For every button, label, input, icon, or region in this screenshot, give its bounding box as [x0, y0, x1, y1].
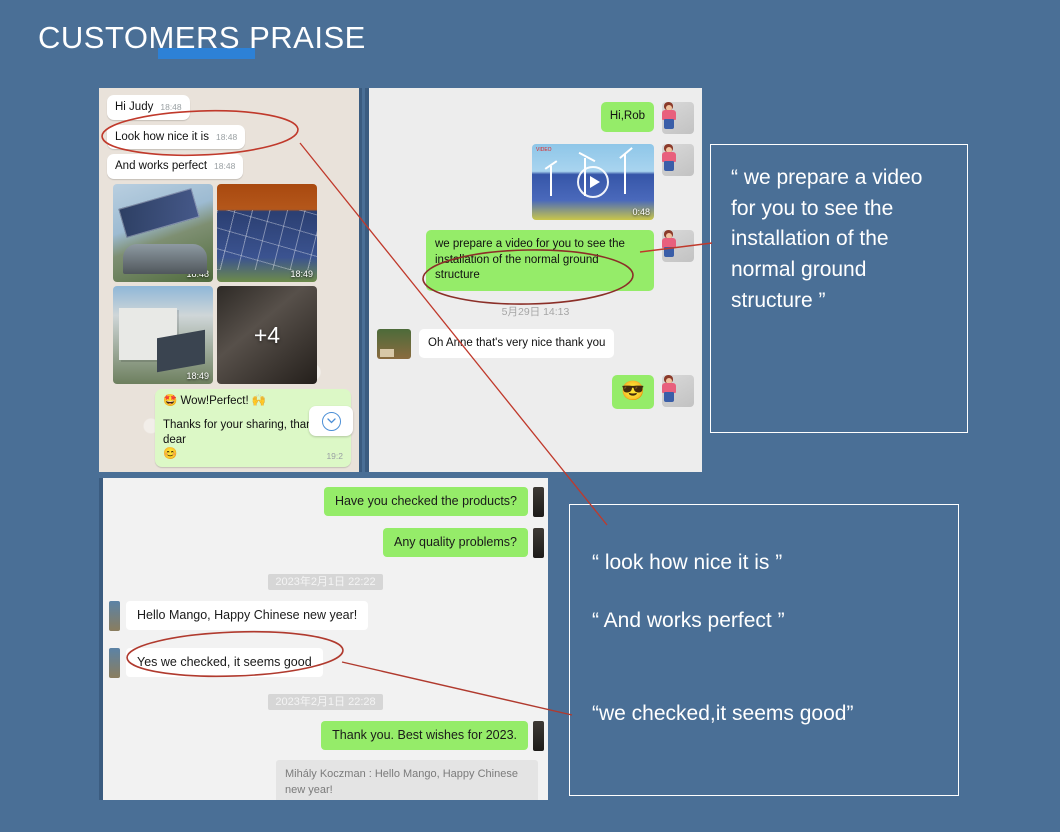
outgoing-bubble[interactable]: Hi,Rob: [600, 102, 655, 132]
wow-emoji: 🤩: [163, 395, 178, 408]
message-text: Look how nice it is: [115, 130, 209, 143]
more-photos-thumbnail[interactable]: +4: [217, 286, 317, 385]
avatar: [662, 102, 694, 134]
outgoing-bubble[interactable]: we prepare a video for you to see the in…: [426, 230, 654, 291]
wechat-chat-panel-bottom[interactable]: Have you checked the products? Any quali…: [99, 478, 548, 800]
photo-thumbnail[interactable]: 18:49: [113, 286, 213, 385]
praise-emoji: 🙌: [251, 395, 267, 408]
message-timestamp: 19:2: [326, 451, 343, 462]
video-watermark: VIDEO: [536, 147, 552, 153]
avatar: [109, 601, 120, 631]
quote-line-3: “we checked,it seems good”: [592, 702, 854, 725]
date-separator: 2023年2月1日 22:28: [103, 692, 548, 710]
chat-message-row[interactable]: Hi,Rob: [369, 102, 702, 134]
message-timestamp: 18:48: [215, 131, 238, 142]
slide-canvas: CUSTOMERS PRAISE Hi Judy 18:48 Look how n…: [0, 0, 1060, 832]
sunglasses-emoji: 😎: [621, 380, 645, 402]
smile-emoji: 😊: [163, 448, 178, 461]
chat-message-row[interactable]: we prepare a video for you to see the in…: [369, 230, 702, 291]
date-separator: 5月29日 14:13: [501, 305, 570, 318]
date-separator-text: 2023年2月1日 22:22: [268, 574, 383, 590]
avatar: [662, 230, 694, 262]
outgoing-bubble[interactable]: Have you checked the products?: [323, 487, 529, 516]
message-text: Any quality problems?: [394, 535, 517, 549]
quote-callout-top-text: “ we prepare a video for you to see the …: [731, 166, 923, 312]
avatar: [109, 648, 120, 678]
chat-message-row[interactable]: Hello Mango, Happy Chinese new year!: [103, 601, 548, 631]
quote-callout-top: “ we prepare a video for you to see the …: [710, 144, 968, 433]
avatar: [377, 328, 411, 359]
page-title: CUSTOMERS PRAISE: [38, 20, 366, 59]
incoming-bubble[interactable]: Yes we checked, it seems good: [126, 648, 323, 677]
quote-callout-bottom: “ look how nice it is ” “ And works perf…: [569, 504, 959, 796]
chevron-down-icon: [321, 411, 341, 431]
photo-timestamp: 18:48: [186, 269, 209, 280]
message-text: Hi Judy: [115, 101, 154, 113]
play-icon[interactable]: [577, 166, 609, 198]
incoming-bubble[interactable]: And works perfect 18:48: [107, 154, 244, 180]
photo-thumbnail[interactable]: 18:48: [113, 184, 213, 283]
photo-timestamp: 18:49: [186, 371, 209, 382]
chat-message-row[interactable]: Oh Anne that's very nice thank you: [369, 328, 702, 359]
chat-message-row[interactable]: Any quality problems?: [103, 528, 548, 558]
photo-timestamp: 18:49: [290, 269, 313, 280]
message-text: Oh Anne that's very nice thank you: [428, 336, 606, 349]
video-duration: 0:48: [632, 207, 650, 217]
incoming-bubble[interactable]: Hi Judy 18:48: [107, 95, 190, 120]
date-separator-text: 2023年2月1日 22:28: [268, 694, 383, 710]
chat-message-row[interactable]: Hi Judy 18:48: [107, 95, 351, 120]
message-text: we prepare a video for you to see the in…: [435, 238, 625, 282]
message-timestamp: 18:48: [160, 102, 182, 112]
message-text: Thank you. Best wishes for 2023.: [332, 728, 517, 742]
quoted-reply-box[interactable]: Mihály Koczman : Hello Mango, Happy Chin…: [276, 760, 538, 800]
avatar: [662, 144, 694, 176]
chat-message-row[interactable]: 😎: [369, 374, 702, 410]
outgoing-bubble[interactable]: Any quality problems?: [383, 528, 528, 557]
scroll-to-bottom-button[interactable]: [309, 406, 353, 436]
message-text: And works perfect: [115, 160, 208, 173]
avatar: [662, 374, 694, 407]
message-text: Hello Mango, Happy Chinese new year!: [137, 608, 358, 622]
message-text: Yes we checked, it seems good: [137, 655, 312, 669]
photo-thumbnail[interactable]: 18:49: [217, 184, 317, 283]
quote-line-2: “ And works perfect ”: [592, 608, 785, 632]
more-photos-count: +4: [253, 321, 281, 348]
wechat-chat-panel[interactable]: Hi,Rob VIDEO 0:48 we prepare a video for…: [365, 88, 702, 472]
whatsapp-chat-panel[interactable]: Hi Judy 18:48 Look how nice it is 18:48 An…: [99, 88, 362, 472]
video-attachment[interactable]: VIDEO 0:48: [532, 144, 654, 220]
message-timestamp: 18:48: [214, 161, 236, 172]
chat-message-row[interactable]: Yes we checked, it seems good: [103, 648, 548, 678]
chat-message-row[interactable]: Have you checked the products?: [103, 487, 548, 517]
photo-attachment-grid[interactable]: 18:48 18:49 18:49 +4: [113, 184, 351, 385]
message-text: Wow!Perfect!: [180, 395, 249, 408]
message-text: Have you checked the products?: [334, 494, 517, 508]
quote-line-1: “ look how nice it is ”: [592, 551, 783, 574]
avatar: [533, 721, 544, 751]
chat-message-row[interactable]: Look how nice it is 18:48: [107, 124, 351, 150]
incoming-bubble[interactable]: Hello Mango, Happy Chinese new year!: [126, 601, 369, 630]
message-text: Hi,Rob: [609, 110, 645, 122]
incoming-bubble[interactable]: Oh Anne that's very nice thank you: [419, 328, 615, 359]
chat-message-row[interactable]: And works perfect 18:48: [107, 154, 351, 180]
outgoing-bubble[interactable]: 😎: [612, 374, 654, 410]
avatar: [533, 487, 544, 517]
avatar: [533, 528, 544, 558]
chat-message-row[interactable]: Thank you. Best wishes for 2023.: [103, 721, 548, 751]
date-separator: 2023年2月1日 22:22: [103, 572, 548, 590]
outgoing-bubble[interactable]: Thank you. Best wishes for 2023.: [321, 721, 528, 750]
incoming-bubble[interactable]: Look how nice it is 18:48: [107, 124, 246, 150]
page-title-text: CUSTOMERS PRAISE: [38, 20, 366, 55]
chat-message-row[interactable]: VIDEO 0:48: [369, 144, 702, 220]
